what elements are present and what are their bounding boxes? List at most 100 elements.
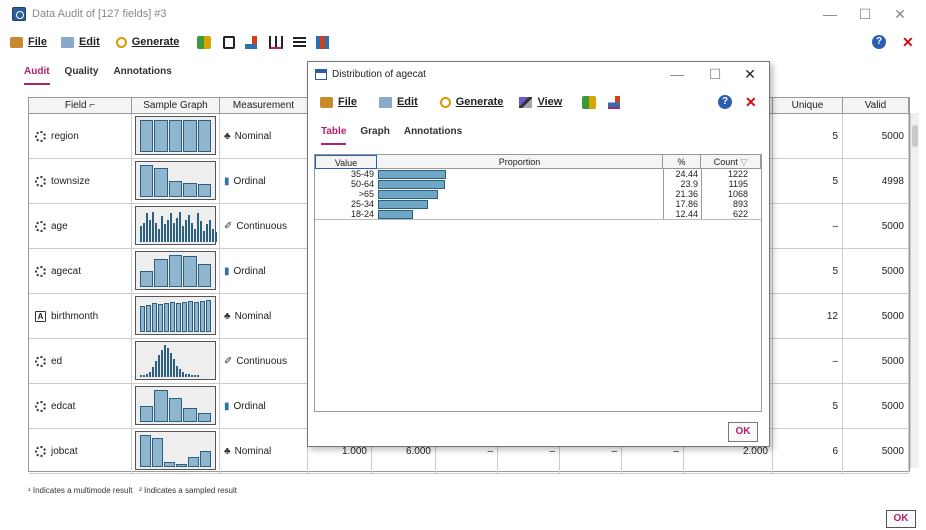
field-cell[interactable]: edcat <box>29 384 132 429</box>
sample-graph-cell[interactable] <box>132 159 220 204</box>
node-icon[interactable] <box>582 95 597 109</box>
set-icon <box>35 175 46 187</box>
sample-graph[interactable] <box>135 341 216 380</box>
maximize-button[interactable]: ☐ <box>851 4 879 24</box>
table-row[interactable]: >65 21.36 1068 <box>315 189 761 199</box>
header-measurement[interactable]: Measurement <box>220 98 308 114</box>
sample-bar <box>161 350 163 377</box>
header-value[interactable]: Value <box>315 155 377 169</box>
sample-graph[interactable] <box>135 116 216 155</box>
sample-bar <box>146 305 151 332</box>
edit-menu[interactable]: Edit <box>60 36 100 48</box>
file-menu[interactable]: File <box>10 36 47 48</box>
count-cell: 1068 <box>701 189 751 199</box>
column-view-icon[interactable] <box>269 35 284 49</box>
sample-bar <box>170 213 172 242</box>
sample-bar <box>200 451 211 467</box>
minimize-button[interactable]: — <box>816 4 844 24</box>
help-icon[interactable]: ? <box>718 95 732 109</box>
tab-annotations[interactable]: Annotations <box>404 126 462 145</box>
close-button[interactable]: ✕ <box>886 4 914 24</box>
dialog-close-button[interactable]: ✕ <box>736 64 764 84</box>
dialog-view-menu[interactable]: View <box>519 96 562 108</box>
measurement-cell[interactable]: ▮ Ordinal <box>220 249 308 294</box>
measurement-cell[interactable]: ✐ Continuous <box>220 339 308 384</box>
sample-graph[interactable] <box>135 161 216 200</box>
header-count[interactable]: Count ▽ <box>701 155 761 169</box>
tab-quality[interactable]: Quality <box>65 66 99 85</box>
header-field[interactable]: Field ⌐ <box>29 98 132 114</box>
print-icon[interactable] <box>223 35 236 49</box>
measurement-cell[interactable]: ♣ Nominal <box>220 294 308 339</box>
measurement-cell[interactable]: ▮ Ordinal <box>220 159 308 204</box>
ok-button-main[interactable]: OK <box>886 510 916 528</box>
table-row[interactable]: 25-34 17.86 893 <box>315 199 761 209</box>
scrollbar-thumb[interactable] <box>912 125 918 147</box>
sample-bar <box>167 220 169 242</box>
header-sample-graph[interactable]: Sample Graph <box>132 98 220 114</box>
sample-graph[interactable] <box>135 251 216 290</box>
field-cell[interactable]: townsize <box>29 159 132 204</box>
dialog-edit-menu[interactable]: Edit <box>378 96 418 108</box>
tab-audit[interactable]: Audit <box>24 66 50 85</box>
sample-graph-cell[interactable] <box>132 339 220 384</box>
header-valid[interactable]: Valid <box>843 98 909 114</box>
sample-graph-cell[interactable] <box>132 384 220 429</box>
tab-table[interactable]: Table <box>321 126 347 145</box>
measurement-label: Ordinal <box>233 265 266 277</box>
field-cell[interactable]: jobcat <box>29 429 132 474</box>
sample-graph-cell[interactable] <box>132 294 220 339</box>
sample-bar <box>154 168 168 197</box>
file-icon <box>10 36 23 48</box>
field-cell[interactable]: agecat <box>29 249 132 294</box>
dialog-ok-button[interactable]: OK <box>728 422 758 442</box>
measurement-cell[interactable]: ▮ Ordinal <box>220 384 308 429</box>
help-icon[interactable]: ? <box>872 35 886 49</box>
sample-graph[interactable] <box>135 206 217 245</box>
sample-graph-cell[interactable] <box>132 114 220 159</box>
chart-icon[interactable] <box>608 95 621 109</box>
generate-menu[interactable]: Generate <box>115 36 179 48</box>
sample-bar <box>152 212 154 242</box>
field-cell[interactable]: age <box>29 204 132 249</box>
field-cell[interactable]: region <box>29 114 132 159</box>
unique-cell: – <box>773 339 843 384</box>
close-x-icon[interactable]: ✕ <box>902 34 914 51</box>
table-row[interactable]: 35-49 24.44 1222 <box>315 169 761 179</box>
grid-icon[interactable] <box>316 35 330 49</box>
header-unique[interactable]: Unique <box>773 98 843 114</box>
dialog-minimize-button[interactable]: — <box>663 64 691 84</box>
sample-graph-cell[interactable] <box>132 249 220 294</box>
vertical-scrollbar[interactable] <box>910 113 919 468</box>
measurement-cell[interactable]: ♣ Nominal <box>220 429 308 474</box>
header-proportion[interactable]: Proportion <box>377 155 663 169</box>
dialog-generate-menu[interactable]: Generate <box>439 96 503 108</box>
field-cell[interactable]: Abirthmonth <box>29 294 132 339</box>
sample-bar <box>191 223 193 242</box>
sample-graph[interactable] <box>135 296 216 335</box>
table-row[interactable]: 18-24 12.44 622 <box>315 209 761 219</box>
tab-annotations[interactable]: Annotations <box>113 66 171 85</box>
measurement-cell[interactable]: ✐ Continuous <box>220 204 308 249</box>
tab-graph[interactable]: Graph <box>360 126 389 145</box>
dialog-maximize-button[interactable]: ☐ <box>701 64 729 84</box>
sample-graph-cell[interactable] <box>132 429 220 474</box>
value-cell: 35-49 <box>350 169 374 179</box>
sample-bar <box>188 301 193 332</box>
node-icon[interactable] <box>197 35 212 49</box>
measurement-label: Continuous <box>236 220 287 232</box>
sample-graph[interactable] <box>135 431 216 470</box>
row-view-icon[interactable] <box>293 36 307 48</box>
sample-graph-cell[interactable] <box>132 204 220 249</box>
sample-bar <box>149 220 151 242</box>
chart-icon[interactable] <box>245 35 258 49</box>
dialog-file-menu[interactable]: File <box>320 96 357 108</box>
measurement-cell[interactable]: ♣ Nominal <box>220 114 308 159</box>
table-row[interactable]: 50-64 23.9 1195 <box>315 179 761 189</box>
close-x-icon[interactable]: ✕ <box>745 94 757 111</box>
unique-cell: 12 <box>773 294 843 339</box>
sample-graph[interactable] <box>135 386 216 425</box>
header-percent[interactable]: % <box>663 155 701 169</box>
sample-bar <box>188 215 190 242</box>
field-cell[interactable]: ed <box>29 339 132 384</box>
